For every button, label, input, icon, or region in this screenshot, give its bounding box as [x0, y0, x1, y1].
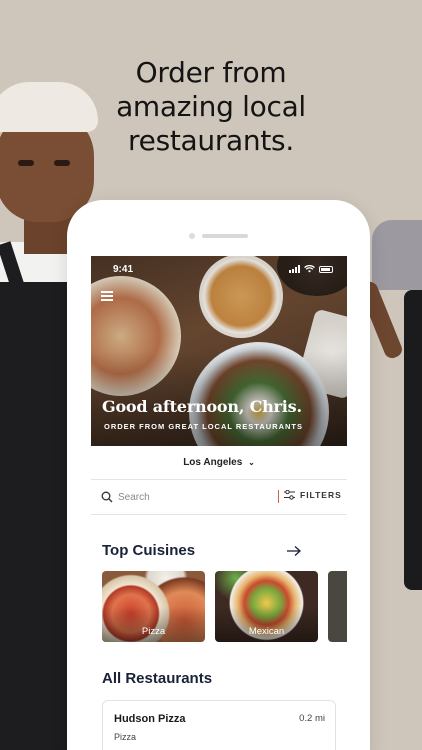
restaurant-distance: 0.2 mi — [299, 713, 325, 724]
divider — [91, 514, 347, 515]
filter-sliders-icon — [284, 490, 295, 500]
greeting-title: Good afternoon, Chris. — [102, 397, 302, 416]
cuisine-carousel: Pizza Mexican — [102, 571, 347, 642]
front-camera — [189, 233, 195, 239]
filters-label: FILTERS — [300, 490, 342, 500]
status-time: 9:41 — [113, 264, 134, 275]
hero-banner: 9:41 Good afternoon, Chris. ORDER FROM G… — [91, 256, 347, 446]
restaurant-name: Hudson Pizza — [114, 713, 186, 725]
cellular-signal-icon — [289, 265, 300, 273]
arrow-right-icon[interactable] — [286, 545, 302, 557]
hamburger-menu-icon[interactable] — [101, 291, 113, 301]
phone-frame: 9:41 Good afternoon, Chris. ORDER FROM G… — [67, 200, 370, 750]
cuisine-card-mexican[interactable]: Mexican — [215, 571, 318, 642]
wifi-icon — [304, 265, 315, 273]
cuisine-card-pizza[interactable]: Pizza — [102, 571, 205, 642]
search-icon — [101, 491, 113, 503]
search-input[interactable] — [118, 489, 268, 505]
chevron-down-icon: ⌄ — [248, 458, 255, 467]
cuisine-card-partial[interactable] — [328, 571, 347, 642]
server-photo — [357, 220, 422, 590]
top-cuisines-title: Top Cuisines — [102, 542, 196, 559]
all-restaurants-title: All Restaurants — [102, 670, 213, 687]
app-screen: 9:41 Good afternoon, Chris. ORDER FROM G… — [91, 256, 347, 750]
filters-button[interactable]: FILTERS — [284, 490, 342, 500]
location-label: Los Angeles — [183, 457, 243, 468]
restaurant-category: Pizza — [114, 732, 137, 742]
search-bar: FILTERS — [91, 480, 347, 514]
status-bar: 9:41 — [91, 264, 347, 278]
cuisine-label: Mexican — [248, 626, 285, 637]
cuisine-label: Pizza — [141, 626, 166, 637]
battery-icon — [319, 266, 333, 273]
phone-speaker — [202, 234, 248, 238]
search-divider — [278, 490, 279, 503]
location-selector[interactable]: Los Angeles ⌄ — [91, 457, 347, 468]
greeting-subtitle: ORDER FROM GREAT LOCAL RESTAURANTS — [104, 422, 303, 431]
restaurant-card[interactable]: Hudson Pizza 0.2 mi Pizza — [102, 700, 336, 750]
